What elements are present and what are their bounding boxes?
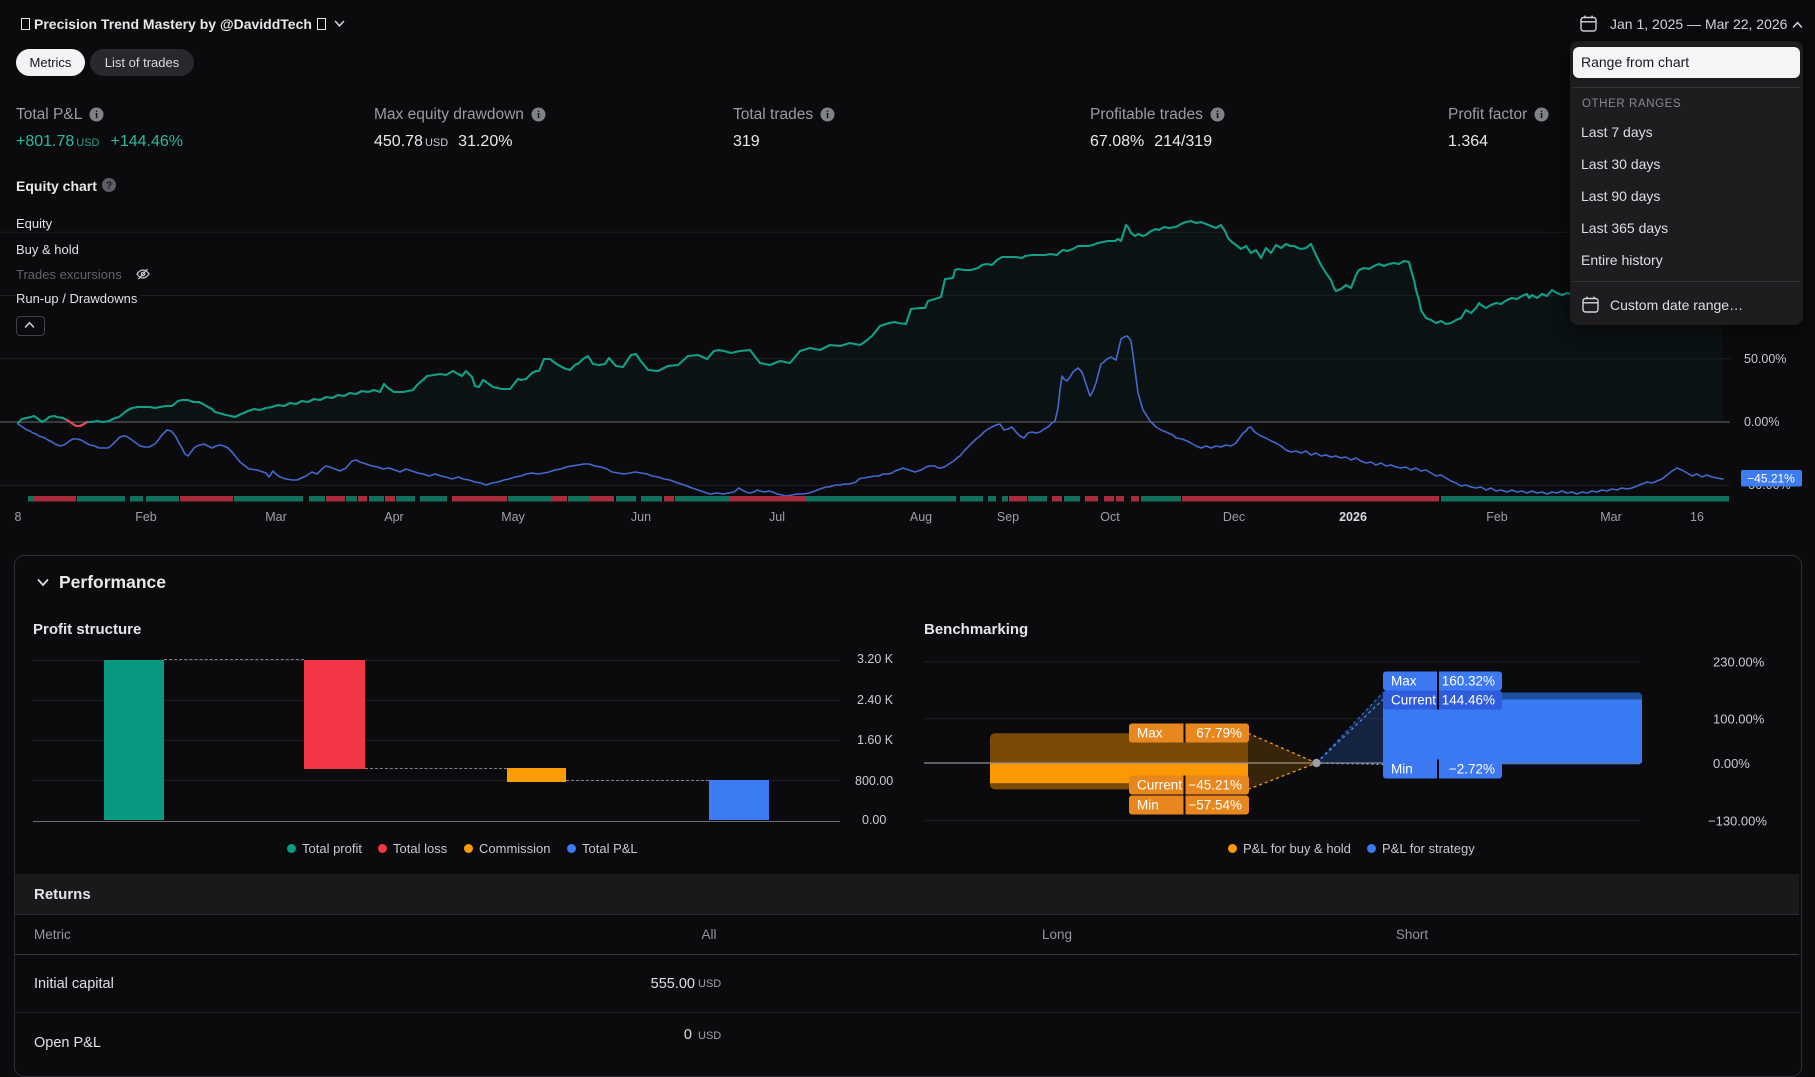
- svg-text:0.00%: 0.00%: [1713, 756, 1750, 771]
- svg-text:160.32%: 160.32%: [1442, 674, 1495, 689]
- svg-text:Feb: Feb: [1486, 510, 1508, 524]
- svg-text:i: i: [826, 110, 829, 121]
- svg-text:Dec: Dec: [1223, 510, 1245, 524]
- svg-text:Mar: Mar: [1600, 510, 1622, 524]
- svg-text:−57.54%: −57.54%: [1188, 798, 1242, 813]
- svg-text:Oct: Oct: [1100, 510, 1120, 524]
- svg-text:Max: Max: [1391, 674, 1417, 689]
- svg-text:−130.00%: −130.00%: [1708, 814, 1767, 829]
- svg-text:−45.21%: −45.21%: [1747, 472, 1795, 486]
- svg-text:Sep: Sep: [997, 510, 1019, 524]
- svg-text:May: May: [501, 510, 525, 524]
- svg-text:144.46%: 144.46%: [1442, 693, 1495, 708]
- svg-text:Min: Min: [1137, 798, 1159, 813]
- svg-text:i: i: [537, 110, 540, 121]
- svg-text:Current: Current: [1137, 778, 1182, 793]
- svg-text:Min: Min: [1391, 762, 1413, 777]
- svg-text:0.00%: 0.00%: [1744, 415, 1779, 429]
- svg-text:i: i: [95, 110, 98, 121]
- svg-text:Feb: Feb: [135, 510, 157, 524]
- svg-text:Max: Max: [1137, 726, 1163, 741]
- svg-text:67.79%: 67.79%: [1196, 726, 1242, 741]
- svg-text:2026: 2026: [1339, 510, 1367, 524]
- svg-text:Mar: Mar: [265, 510, 287, 524]
- svg-text:Jun: Jun: [631, 510, 651, 524]
- svg-text:8: 8: [15, 510, 22, 524]
- svg-text:16: 16: [1690, 510, 1704, 524]
- svg-text:Apr: Apr: [384, 510, 403, 524]
- svg-text:Current: Current: [1391, 693, 1436, 708]
- svg-text:−45.21%: −45.21%: [1188, 778, 1242, 793]
- svg-text:−2.72%: −2.72%: [1449, 762, 1495, 777]
- svg-text:Aug: Aug: [910, 510, 932, 524]
- svg-text:50.00%: 50.00%: [1744, 352, 1786, 366]
- svg-text:230.00%: 230.00%: [1713, 655, 1765, 670]
- svg-text:Jul: Jul: [769, 510, 785, 524]
- svg-text:100.00%: 100.00%: [1713, 712, 1765, 727]
- svg-text:i: i: [1540, 110, 1543, 121]
- svg-text:i: i: [1216, 110, 1219, 121]
